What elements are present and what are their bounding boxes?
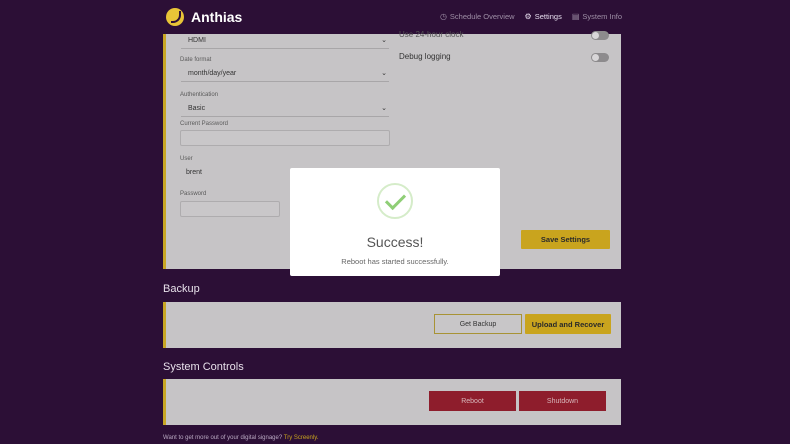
date-format-value: month/day/year — [188, 70, 237, 77]
try-screenly-link[interactable]: Try Screenly. — [284, 435, 319, 441]
output-value: HDMI — [188, 37, 206, 44]
gear-icon: ⚙ — [524, 11, 532, 21]
nav-schedule-overview[interactable]: ◷ Schedule Overview — [440, 12, 515, 21]
authentication-label: Authentication — [180, 92, 219, 98]
clock-icon: ◷ — [439, 11, 447, 21]
date-format-label: Date format — [180, 57, 212, 63]
footer: Want to get more out of your digital sig… — [163, 435, 318, 441]
success-modal: Success! Reboot has started successfully… — [290, 168, 500, 276]
shutdown-button[interactable]: Shutdown — [519, 391, 606, 411]
chevron-down-icon: ⌄ — [381, 70, 387, 77]
nav-settings[interactable]: ⚙ Settings — [525, 12, 562, 21]
backup-card: Get Backup Upload and Recover — [163, 302, 621, 348]
get-backup-button[interactable]: Get Backup — [434, 314, 522, 334]
modal-message: Reboot has started successfully. — [341, 257, 449, 266]
chevron-down-icon: ⌄ — [381, 37, 387, 44]
system-controls-title: System Controls — [163, 361, 244, 373]
current-password-input[interactable] — [180, 130, 390, 146]
success-check-icon — [377, 183, 413, 219]
authentication-value: Basic — [188, 105, 206, 112]
user-label: User — [180, 156, 193, 162]
backup-title: Backup — [163, 283, 200, 295]
nav-label: Settings — [534, 12, 562, 21]
anthias-logo-icon — [166, 8, 184, 26]
system-info-icon: ▤ — [571, 11, 580, 21]
brand[interactable]: Anthias — [166, 8, 242, 26]
app-name: Anthias — [191, 9, 243, 25]
system-controls-card: Reboot Shutdown — [163, 379, 621, 425]
debug-logging-label: Debug logging — [399, 52, 451, 61]
debug-logging-toggle[interactable] — [591, 53, 609, 62]
top-navbar: Anthias ◷ Schedule Overview ⚙ Settings ▤… — [0, 0, 790, 34]
password-input[interactable] — [180, 201, 280, 217]
use-24-hour-label: Use 24-hour clock — [399, 30, 464, 39]
current-password-label: Current Password — [180, 121, 229, 127]
date-format-select[interactable]: month/day/year ⌄ — [181, 67, 389, 82]
password-label: Password — [180, 191, 207, 197]
use-24-hour-toggle[interactable] — [591, 31, 609, 40]
upload-recover-button[interactable]: Upload and Recover — [525, 314, 611, 334]
reboot-button[interactable]: Reboot — [429, 391, 516, 411]
nav-label: System Info — [582, 12, 622, 21]
nav-system-info[interactable]: ▤ System Info — [572, 12, 622, 21]
modal-title: Success! — [366, 234, 424, 250]
footer-text: Want to get more out of your digital sig… — [163, 435, 284, 441]
main-nav: ◷ Schedule Overview ⚙ Settings ▤ System … — [440, 12, 622, 21]
save-settings-button[interactable]: Save Settings — [521, 230, 610, 249]
output-select[interactable]: HDMI ⌄ — [181, 34, 389, 49]
chevron-down-icon: ⌄ — [381, 105, 387, 112]
nav-label: Schedule Overview — [449, 12, 515, 21]
authentication-select[interactable]: Basic ⌄ — [181, 102, 389, 117]
